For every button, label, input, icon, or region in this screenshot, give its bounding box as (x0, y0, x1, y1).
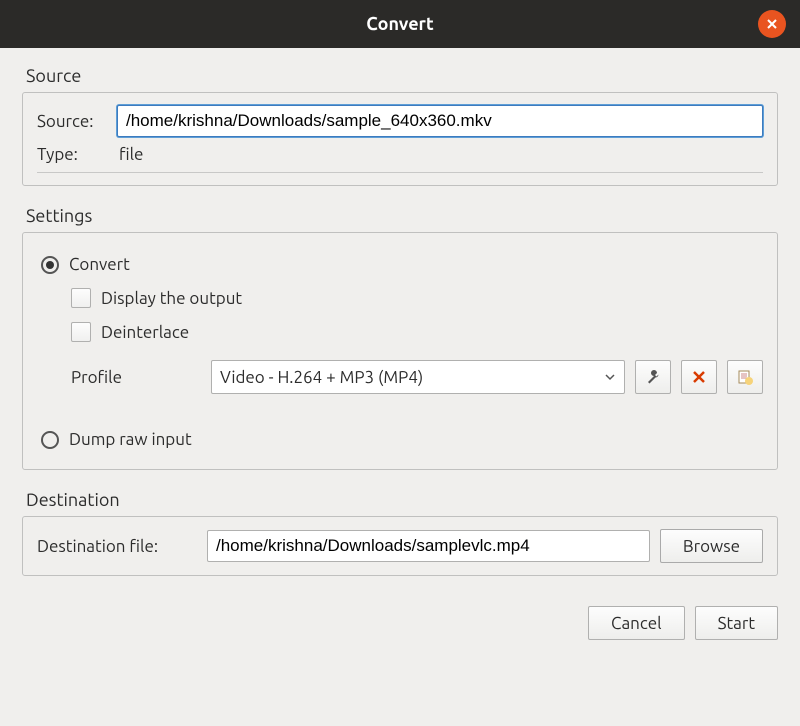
destination-file-label: Destination file: (37, 537, 197, 556)
source-section-label: Source (26, 66, 778, 86)
destination-file-input[interactable] (207, 530, 650, 562)
profile-value: Video - H.264 + MP3 (MP4) (220, 368, 423, 387)
checkbox-icon (71, 288, 91, 308)
type-label: Type: (37, 145, 117, 164)
profile-label: Profile (71, 368, 201, 387)
wrench-icon (644, 368, 662, 386)
start-button[interactable]: Start (695, 606, 778, 640)
destination-section-label: Destination (26, 490, 778, 510)
radio-icon (41, 256, 59, 274)
source-label: Source: (37, 112, 117, 131)
cancel-button[interactable]: Cancel (588, 606, 685, 640)
display-output-label: Display the output (101, 289, 242, 308)
source-input[interactable] (117, 105, 763, 137)
titlebar: Convert (0, 0, 800, 48)
edit-profile-button[interactable] (635, 360, 671, 394)
deinterlace-checkbox[interactable]: Deinterlace (71, 322, 763, 342)
destination-panel: Destination file: Browse (22, 516, 778, 576)
settings-panel: Convert Display the output Deinterlace P… (22, 232, 778, 470)
window-title: Convert (366, 14, 433, 34)
close-icon (765, 17, 779, 31)
dump-raw-radio[interactable]: Dump raw input (41, 430, 763, 449)
chevron-down-icon (604, 371, 616, 383)
display-output-checkbox[interactable]: Display the output (71, 288, 763, 308)
profile-select[interactable]: Video - H.264 + MP3 (MP4) (211, 360, 625, 394)
radio-icon (41, 431, 59, 449)
x-icon (691, 369, 707, 385)
divider (37, 172, 763, 173)
type-value: file (117, 145, 143, 164)
browse-button[interactable]: Browse (660, 529, 763, 563)
source-panel: Source: Type: file (22, 92, 778, 186)
dialog-footer: Cancel Start (0, 606, 800, 654)
convert-radio-label: Convert (69, 255, 130, 274)
close-button[interactable] (758, 10, 786, 38)
convert-radio[interactable]: Convert (41, 255, 763, 274)
new-document-icon (736, 368, 754, 386)
dump-raw-label: Dump raw input (69, 430, 192, 449)
deinterlace-label: Deinterlace (101, 323, 189, 342)
delete-profile-button[interactable] (681, 360, 717, 394)
checkbox-icon (71, 322, 91, 342)
new-profile-button[interactable] (727, 360, 763, 394)
settings-section-label: Settings (26, 206, 778, 226)
